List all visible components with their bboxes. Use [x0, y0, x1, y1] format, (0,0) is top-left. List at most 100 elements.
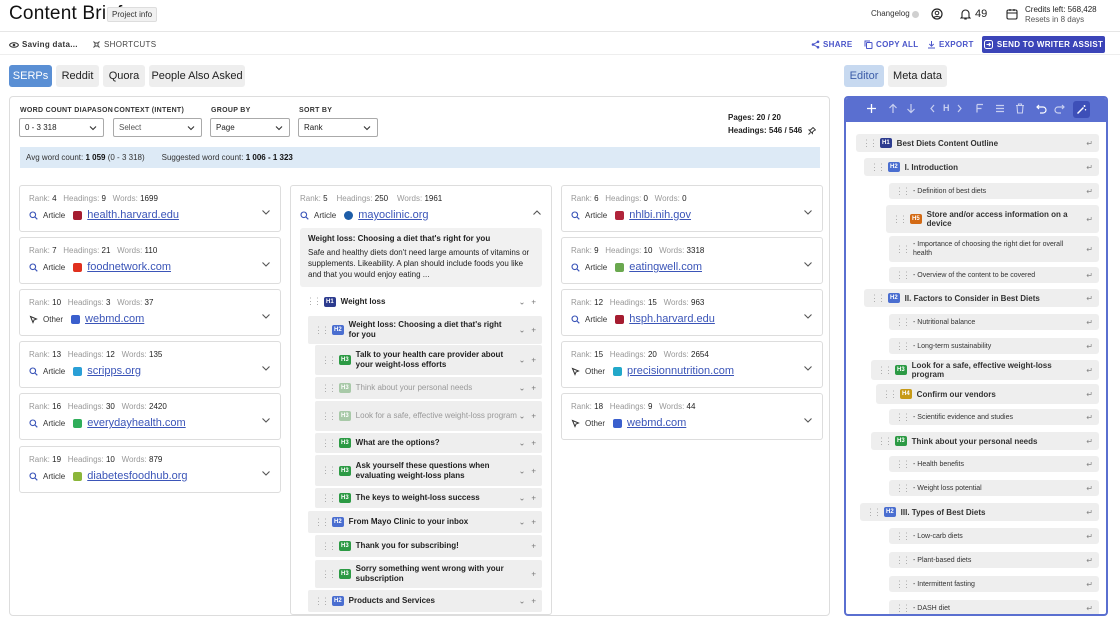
drag-handle-icon[interactable]: ⋮⋮ — [306, 296, 322, 307]
drag-handle-icon[interactable]: ⋮⋮ — [321, 411, 337, 422]
trash-icon[interactable] — [1015, 103, 1025, 114]
editor-bullet[interactable]: ⋮⋮ - Nutritional balance ↵ — [889, 314, 1099, 330]
editor-heading[interactable]: ⋮⋮ H3 Look for a safe, effective weight-lo… — [871, 360, 1099, 380]
tab-serps[interactable]: SERPs — [9, 65, 52, 87]
pin-icon[interactable] — [808, 126, 817, 135]
drag-handle-icon[interactable]: ⋮⋮ — [895, 555, 911, 566]
plus-icon[interactable]: + — [531, 570, 536, 579]
outline-heading[interactable]: ⋮⋮ H1 Weight loss ⌄ + — [300, 294, 542, 309]
drag-handle-icon[interactable]: ⋮⋮ — [314, 517, 330, 528]
plus-icon[interactable]: + — [531, 466, 536, 475]
tab-editor[interactable]: Editor — [844, 65, 884, 87]
return-icon[interactable]: ↵ — [1086, 604, 1093, 613]
serp-card[interactable]: Rank: 13 Headings: 12 Words: 135 Article s… — [19, 341, 281, 388]
editor-bullet[interactable]: ⋮⋮ - Intermittent fasting ↵ — [889, 576, 1099, 592]
chevron-down-icon[interactable]: ⌄ — [519, 597, 526, 606]
tab-meta-data[interactable]: Meta data — [888, 65, 947, 87]
serp-card[interactable]: Rank: 7 Headings: 21 Words: 110 Article fo… — [19, 237, 281, 284]
chevron-down-icon[interactable]: ⌄ — [519, 466, 526, 475]
serp-card[interactable]: Rank: 19 Headings: 10 Words: 879 Article d… — [19, 446, 281, 493]
plus-icon[interactable]: + — [531, 412, 536, 421]
outline-heading[interactable]: ⋮⋮ H2 Products and Services ⌄ + — [308, 590, 542, 612]
drag-handle-icon[interactable]: ⋮⋮ — [895, 341, 911, 352]
chevron-down-icon[interactable]: ⌄ — [519, 412, 526, 421]
chevron-down-icon[interactable] — [260, 362, 272, 374]
drag-handle-icon[interactable]: ⋮⋮ — [866, 507, 882, 518]
return-icon[interactable]: ↵ — [1086, 484, 1093, 493]
return-icon[interactable]: ↵ — [1086, 294, 1093, 303]
drag-handle-icon[interactable]: ⋮⋮ — [895, 579, 911, 590]
return-icon[interactable]: ↵ — [1086, 413, 1093, 422]
editor-bullet[interactable]: ⋮⋮ - Scientific evidence and studies ↵ — [889, 409, 1099, 425]
return-icon[interactable]: ↵ — [1086, 580, 1093, 589]
editor-heading[interactable]: ⋮⋮ H2 III. Types of Best Diets ↵ — [860, 503, 1099, 521]
drag-handle-icon[interactable]: ⋮⋮ — [862, 138, 878, 149]
user-icon[interactable] — [931, 8, 943, 20]
domain-link[interactable]: eatingwell.com — [629, 261, 702, 273]
tab-reddit[interactable]: Reddit — [56, 65, 99, 87]
editor-bullet[interactable]: ⋮⋮ - Importance of choosing the right die… — [889, 236, 1099, 262]
chevron-down-icon[interactable] — [260, 467, 272, 479]
plus-icon[interactable]: + — [531, 518, 536, 527]
chevron-down-icon[interactable]: ⌄ — [519, 494, 526, 503]
drag-handle-icon[interactable]: ⋮⋮ — [895, 244, 911, 255]
tab-quora[interactable]: Quora — [103, 65, 145, 87]
drag-handle-icon[interactable]: ⋮⋮ — [870, 293, 886, 304]
shortcuts-button[interactable]: SHORTCUTS — [92, 40, 156, 49]
editor-heading[interactable]: ⋮⋮ H1 Best Diets Content Outline ↵ — [856, 134, 1099, 152]
editor-heading[interactable]: ⋮⋮ H4 Confirm our vendors ↵ — [876, 384, 1099, 404]
serp-card[interactable]: Rank: 15 Headings: 20 Words: 2654 Other pr… — [561, 341, 823, 388]
outline-heading[interactable]: ⋮⋮ H3 Think about your personal needs ⌄ + — [315, 377, 542, 399]
chevron-down-icon[interactable]: ⌄ — [519, 518, 526, 527]
return-icon[interactable]: ↵ — [1086, 215, 1093, 224]
drag-handle-icon[interactable]: ⋮⋮ — [321, 493, 337, 504]
editor-bullet[interactable]: ⋮⋮ - Health benefits ↵ — [889, 456, 1099, 472]
return-icon[interactable]: ↵ — [1086, 342, 1093, 351]
arrow-up-icon[interactable] — [888, 103, 898, 114]
plus-icon[interactable]: + — [531, 356, 536, 365]
domain-link[interactable]: scripps.org — [87, 365, 141, 377]
chevron-up-icon[interactable] — [531, 207, 543, 219]
outline-heading[interactable]: ⋮⋮ H3 Sorry something went wrong with your… — [315, 560, 542, 588]
chevron-down-icon[interactable]: ⌄ — [519, 384, 526, 393]
sort-by-select[interactable]: Rank — [298, 118, 378, 137]
drag-handle-icon[interactable]: ⋮⋮ — [895, 483, 911, 494]
return-icon[interactable]: ↵ — [1086, 556, 1093, 565]
drag-handle-icon[interactable]: ⋮⋮ — [895, 270, 911, 281]
chevron-down-icon[interactable] — [260, 206, 272, 218]
chevron-down-icon[interactable] — [260, 310, 272, 322]
bell-icon[interactable] — [960, 8, 971, 20]
domain-link[interactable]: mayoclinic.org — [358, 209, 428, 221]
serp-card[interactable]: Rank: 10 Headings: 3 Words: 37 Other webmd… — [19, 289, 281, 336]
list-icon[interactable] — [995, 103, 1005, 114]
share-button[interactable]: SHARE — [811, 40, 853, 49]
domain-link[interactable]: diabetesfoodhub.org — [87, 470, 187, 482]
editor-bullet[interactable]: ⋮⋮ - DASH diet ↵ — [889, 600, 1099, 614]
tab-people-also-asked[interactable]: People Also Asked — [149, 65, 245, 87]
editor-bullet[interactable]: ⋮⋮ - Overview of the content to be covere… — [889, 267, 1099, 283]
drag-handle-icon[interactable]: ⋮⋮ — [895, 317, 911, 328]
drag-handle-icon[interactable]: ⋮⋮ — [321, 465, 337, 476]
return-icon[interactable]: ↵ — [1086, 163, 1093, 172]
export-button[interactable]: EXPORT — [927, 40, 974, 49]
editor-bullet[interactable]: ⋮⋮ - Long-term sustainability ↵ — [889, 338, 1099, 354]
plus-icon[interactable]: + — [531, 439, 536, 448]
editor-bullet[interactable]: ⋮⋮ - Definition of best diets ↵ — [889, 183, 1099, 199]
domain-link[interactable]: hsph.harvard.edu — [629, 313, 715, 325]
editor-heading[interactable]: ⋮⋮ H2 I. Introduction ↵ — [864, 158, 1099, 176]
return-icon[interactable]: ↵ — [1086, 437, 1093, 446]
heading-icon[interactable]: H — [943, 103, 950, 113]
editor-bullet[interactable]: ⋮⋮ - Plant-based diets ↵ — [889, 552, 1099, 568]
domain-link[interactable]: precisionnutrition.com — [627, 365, 734, 377]
serp-card[interactable]: Rank: 4 Headings: 9 Words: 1699 Article he… — [19, 185, 281, 232]
return-icon[interactable]: ↵ — [1086, 532, 1093, 541]
drag-handle-icon[interactable]: ⋮⋮ — [895, 412, 911, 423]
chevron-down-icon[interactable] — [802, 258, 814, 270]
domain-link[interactable]: webmd.com — [85, 313, 144, 325]
domain-link[interactable]: foodnetwork.com — [87, 261, 171, 273]
editor-bullet[interactable]: ⋮⋮ - Low-carb diets ↵ — [889, 528, 1099, 544]
group-by-select[interactable]: Page — [210, 118, 290, 137]
domain-link[interactable]: health.harvard.edu — [87, 209, 179, 221]
plus-icon[interactable]: + — [531, 597, 536, 606]
return-icon[interactable]: ↵ — [1086, 508, 1093, 517]
